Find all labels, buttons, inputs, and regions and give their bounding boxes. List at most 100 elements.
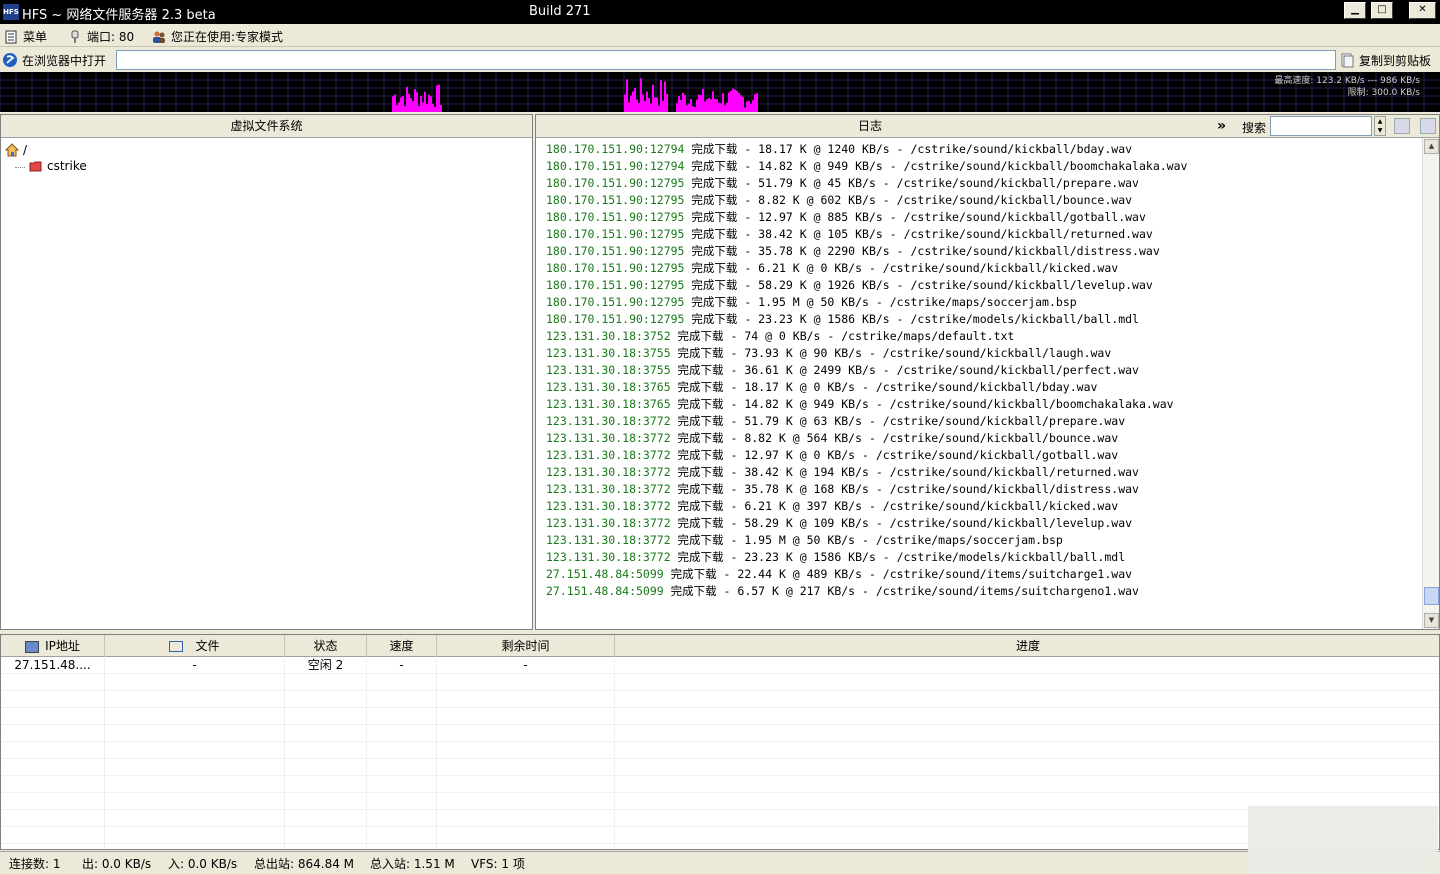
empty-row — [1, 674, 1439, 691]
log-text: 完成下载 - 6.57 K @ 217 KB/s - /cstrike/soun… — [663, 584, 1139, 598]
scroll-down-arrow[interactable]: ▼ — [1424, 613, 1439, 628]
graph-bar — [428, 94, 430, 112]
menu-button[interactable]: 菜单 — [4, 28, 47, 45]
hfs-app-icon[interactable]: HFS — [3, 4, 19, 20]
log-text: 完成下载 - 74 @ 0 KB/s - /cstrike/maps/defau… — [670, 329, 1015, 343]
graph-bar — [408, 93, 410, 112]
log-ip: 180.170.151.90:12795 — [546, 312, 685, 326]
log-line[interactable]: 123.131.30.18:3772 完成下载 - 6.21 K @ 397 K… — [546, 498, 1423, 515]
graph-bar — [416, 92, 418, 112]
log-line[interactable]: 180.170.151.90:12795 完成下载 - 38.42 K @ 10… — [546, 226, 1423, 243]
log-line[interactable]: 123.131.30.18:3772 完成下载 - 35.78 K @ 168 … — [546, 481, 1423, 498]
log-line[interactable]: 123.131.30.18:3772 完成下载 - 12.97 K @ 0 KB… — [546, 447, 1423, 464]
status-vfs-count: VFS: 1 项 — [471, 857, 525, 871]
col-remaining[interactable]: 剩余时间 — [437, 635, 615, 657]
graph-bar — [714, 98, 716, 112]
graph-bar — [676, 103, 678, 112]
file-column-icon — [169, 641, 184, 652]
col-status[interactable]: 状态 — [285, 635, 367, 657]
graph-bar — [436, 85, 438, 112]
log-line[interactable]: 123.131.30.18:3772 完成下载 - 51.79 K @ 63 K… — [546, 413, 1423, 430]
graph-bar — [730, 90, 732, 112]
build-label: Build 271 — [529, 4, 591, 19]
log-line[interactable]: 123.131.30.18:3772 完成下载 - 1.95 M @ 50 KB… — [546, 532, 1423, 549]
log-line[interactable]: 180.170.151.90:12795 完成下载 - 35.78 K @ 22… — [546, 243, 1423, 260]
log-line[interactable]: 123.131.30.18:3772 完成下载 - 23.23 K @ 1586… — [546, 549, 1423, 566]
search-label: 搜索 — [1242, 121, 1267, 135]
graph-bar — [720, 103, 722, 112]
vfs-folder-item[interactable]: cstrike — [5, 158, 528, 174]
graph-bar — [404, 106, 406, 112]
graph-bar — [412, 101, 414, 112]
graph-bar — [418, 106, 420, 112]
expand-icon[interactable]: » — [1217, 118, 1226, 134]
scroll-up-arrow[interactable]: ▲ — [1424, 139, 1439, 154]
log-copy-icon[interactable] — [1394, 118, 1410, 134]
vfs-root-item[interactable]: / — [5, 142, 528, 158]
mode-button[interactable]: 您正在使用:专家模式 — [152, 28, 283, 45]
log-line[interactable]: 180.170.151.90:12795 完成下载 - 51.79 K @ 45… — [546, 175, 1423, 192]
log-line[interactable]: 123.131.30.18:3755 完成下载 - 36.61 K @ 2499… — [546, 362, 1423, 379]
menu-bar: 菜单 端口: 80 您正在使用:专家模式 — [0, 24, 1440, 47]
log-find-icon[interactable] — [1420, 118, 1436, 134]
col-speed[interactable]: 速度 — [367, 635, 437, 657]
connection-row[interactable]: 27.151.48.... - 空闲 2-- — [1, 657, 1439, 674]
log-line[interactable]: 123.131.30.18:3772 完成下载 - 8.82 K @ 564 K… — [546, 430, 1423, 447]
maximize-button[interactable]: □ — [1371, 2, 1393, 19]
graph-bar — [440, 105, 442, 112]
log-line[interactable]: 180.170.151.90:12794 完成下载 - 18.17 K @ 12… — [546, 141, 1423, 158]
copy-to-clipboard-button[interactable]: 复制到剪贴板 — [1340, 50, 1431, 70]
col-ip[interactable]: IP地址 — [1, 635, 105, 657]
graph-bar — [694, 107, 696, 112]
port-button[interactable]: 端口: 80 — [68, 28, 134, 45]
scroll-thumb[interactable] — [1424, 587, 1439, 605]
log-line[interactable]: 180.170.151.90:12795 完成下载 - 1.95 M @ 50 … — [546, 294, 1423, 311]
close-button[interactable]: ✕ — [1409, 2, 1436, 19]
log-line[interactable]: 180.170.151.90:12794 完成下载 - 14.82 K @ 94… — [546, 158, 1423, 175]
minimize-button[interactable]: ▁ — [1344, 2, 1366, 19]
connections-header: IP地址 文件 状态 速度 剩余时间 进度 — [1, 635, 1439, 657]
log-line[interactable]: 27.151.48.84:5099 完成下载 - 22.44 K @ 489 K… — [546, 566, 1423, 583]
graph-bar — [742, 96, 744, 112]
log-line[interactable]: 123.131.30.18:3772 完成下载 - 38.42 K @ 194 … — [546, 464, 1423, 481]
log-line[interactable]: 123.131.30.18:3755 完成下载 - 73.93 K @ 90 K… — [546, 345, 1423, 362]
log-scrollbar[interactable]: ▲ ▼ — [1422, 138, 1439, 629]
graph-bar — [692, 106, 694, 112]
graph-bar — [734, 89, 736, 112]
log-line[interactable]: 123.131.30.18:3752 完成下载 - 74 @ 0 KB/s - … — [546, 328, 1423, 345]
log-line[interactable]: 123.131.30.18:3765 完成下载 - 14.82 K @ 949 … — [546, 396, 1423, 413]
log-text: 完成下载 - 18.17 K @ 1240 KB/s - /cstrike/so… — [684, 142, 1133, 156]
status-total-in: 总入站: 1.51 M — [370, 857, 455, 871]
graph-bar — [628, 102, 630, 112]
log-line[interactable]: 180.170.151.90:12795 完成下载 - 23.23 K @ 15… — [546, 311, 1423, 328]
log-list[interactable]: 180.170.151.90:12794 完成下载 - 18.17 K @ 12… — [536, 138, 1423, 629]
log-text: 完成下载 - 36.61 K @ 2499 KB/s - /cstrike/so… — [670, 363, 1139, 377]
graph-bar — [756, 93, 758, 112]
cell-remaining: - — [437, 657, 615, 674]
graph-bar — [686, 105, 688, 112]
log-line[interactable]: 180.170.151.90:12795 完成下载 - 6.21 K @ 0 K… — [546, 260, 1423, 277]
log-line[interactable]: 180.170.151.90:12795 完成下载 - 12.97 K @ 88… — [546, 209, 1423, 226]
graph-bar — [666, 93, 668, 112]
col-progress[interactable]: 进度 — [615, 635, 1439, 657]
log-ip: 123.131.30.18:3772 — [546, 533, 671, 547]
menu-label: 菜单 — [23, 30, 48, 44]
graph-bar — [682, 92, 684, 112]
log-line[interactable]: 180.170.151.90:12795 完成下载 - 58.29 K @ 19… — [546, 277, 1423, 294]
log-line[interactable]: 180.170.151.90:12795 完成下载 - 8.82 K @ 602… — [546, 192, 1423, 209]
open-in-browser-button[interactable]: 在浏览器中打开 — [2, 50, 106, 70]
graph-bar — [728, 92, 730, 112]
graph-bar — [406, 86, 408, 112]
log-line[interactable]: 123.131.30.18:3765 完成下载 - 18.17 K @ 0 KB… — [546, 379, 1423, 396]
log-ip: 123.131.30.18:3765 — [546, 397, 671, 411]
col-file[interactable]: 文件 — [105, 635, 285, 657]
log-line[interactable]: 123.131.30.18:3772 完成下载 - 58.29 K @ 109 … — [546, 515, 1423, 532]
graph-bar — [654, 97, 656, 112]
graph-bar — [678, 95, 680, 112]
log-line[interactable]: 27.151.48.84:5099 完成下载 - 6.57 K @ 217 KB… — [546, 583, 1423, 600]
search-input[interactable] — [1270, 116, 1372, 136]
search-spinner[interactable]: ▲ ▼ — [1374, 116, 1386, 136]
url-field[interactable] — [116, 50, 1336, 70]
graph-bar — [754, 94, 756, 112]
users-icon — [153, 31, 165, 43]
